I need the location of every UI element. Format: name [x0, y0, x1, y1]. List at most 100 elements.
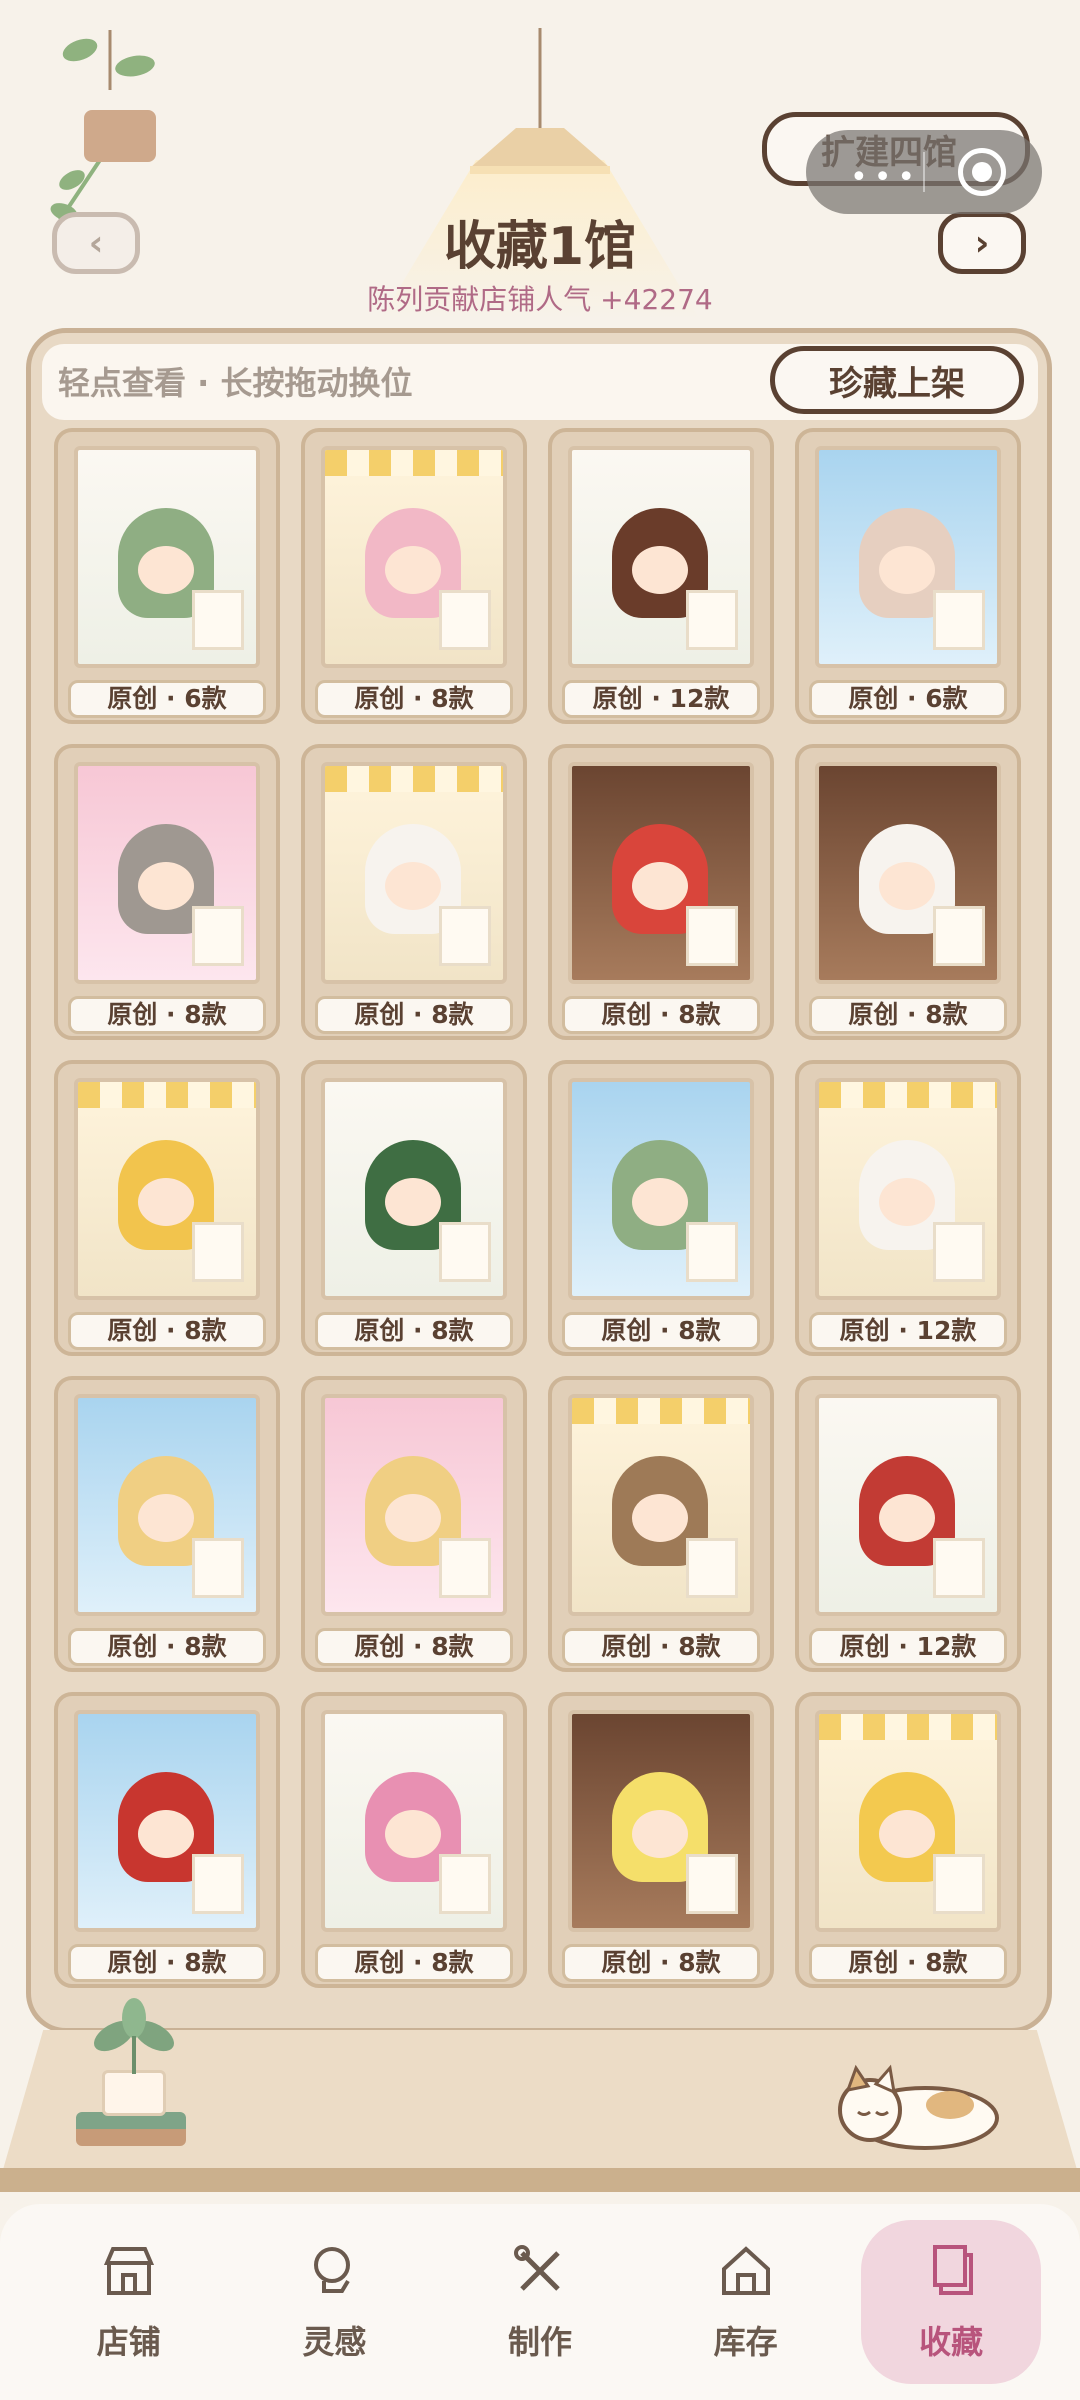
shop-awning: [819, 1082, 997, 1108]
nav-label: 收藏: [919, 2323, 984, 2361]
figure-box: [933, 906, 985, 966]
figure-box: [686, 590, 738, 650]
treasure-shelf-button[interactable]: 珍藏上架: [770, 346, 1024, 414]
potted-plant-decoration: [102, 2070, 166, 2116]
hint-text: 轻点查看 · 长按拖动换位: [58, 364, 413, 402]
figure-box: [192, 590, 244, 650]
collection-card[interactable]: 原创 · 12款: [795, 1376, 1021, 1672]
figure-display-frame: [74, 762, 260, 984]
figure-face: [385, 1494, 441, 1542]
figure-face: [879, 546, 935, 594]
collection-card[interactable]: 原创 · 8款: [301, 1060, 527, 1356]
figure-face: [138, 1494, 194, 1542]
figure-box: [686, 1854, 738, 1914]
nav-item-lightbulb[interactable]: 灵感: [244, 2220, 424, 2384]
figure-display-frame: [321, 1078, 507, 1300]
figure-face: [385, 1178, 441, 1226]
plant-leaves-icon: [94, 1998, 174, 2074]
figure-box: [933, 590, 985, 650]
collection-card[interactable]: 原创 · 8款: [548, 744, 774, 1040]
collection-card[interactable]: 原创 · 8款: [54, 744, 280, 1040]
figure-display-frame: [321, 762, 507, 984]
tools-icon: [510, 2241, 570, 2301]
shop-awning: [78, 1082, 256, 1108]
collection-card[interactable]: 原创 · 8款: [795, 744, 1021, 1040]
figure-box: [439, 1538, 491, 1598]
collection-card[interactable]: 原创 · 8款: [301, 1376, 527, 1672]
nav-item-shop[interactable]: 店铺: [39, 2220, 219, 2384]
collection-card[interactable]: 原创 · 8款: [548, 1692, 774, 1988]
collection-card[interactable]: 原创 · 8款: [548, 1060, 774, 1356]
figure-face: [632, 1494, 688, 1542]
capsule-divider: [923, 152, 925, 192]
figure-box: [192, 906, 244, 966]
figure-face: [138, 546, 194, 594]
figure-display-frame: [321, 446, 507, 668]
collection-card[interactable]: 原创 · 8款: [795, 1692, 1021, 1988]
close-target-icon[interactable]: [958, 148, 1006, 196]
hall-title: 收藏1馆: [443, 217, 637, 277]
shop-awning: [325, 766, 503, 792]
card-label: 原创 · 6款: [68, 680, 266, 718]
figure-display-frame: [321, 1710, 507, 1932]
card-label: 原创 · 8款: [809, 996, 1007, 1034]
figure-face: [385, 862, 441, 910]
collection-card[interactable]: 原创 · 6款: [795, 428, 1021, 724]
collection-card[interactable]: 原创 · 8款: [54, 1376, 280, 1672]
hall-popularity-subtitle: 陈列贡献店铺人气 +42274: [367, 283, 713, 316]
collection-grid: 原创 · 6款 原创 · 8款 原创 · 12款 原创 · 6款 原创 · 8款 原创 ·…: [54, 428, 1024, 1988]
card-label: 原创 · 12款: [809, 1628, 1007, 1666]
shop-awning: [572, 1398, 750, 1424]
figure-display-frame: [568, 1394, 754, 1616]
figure-display-frame: [815, 446, 1001, 668]
shop-awning: [325, 450, 503, 476]
nav-item-tools[interactable]: 制作: [450, 2220, 630, 2384]
figure-display-frame: [74, 446, 260, 668]
figure-display-frame: [74, 1710, 260, 1932]
figure-display-frame: [568, 762, 754, 984]
collection-card[interactable]: 原创 · 6款: [54, 428, 280, 724]
card-label: 原创 · 8款: [562, 1312, 760, 1350]
figure-display-frame: [568, 1710, 754, 1932]
collection-card[interactable]: 原创 · 8款: [301, 1692, 527, 1988]
figure-box: [686, 1538, 738, 1598]
collection-card[interactable]: 原创 · 12款: [548, 428, 774, 724]
figure-box: [933, 1854, 985, 1914]
figure-box: [192, 1222, 244, 1282]
figure-box: [192, 1538, 244, 1598]
figure-face: [879, 1810, 935, 1858]
collection-card[interactable]: 原创 · 8款: [54, 1060, 280, 1356]
figure-display-frame: [74, 1394, 260, 1616]
figure-display-frame: [815, 1078, 1001, 1300]
shop-awning: [819, 1714, 997, 1740]
nav-label: 灵感: [302, 2323, 367, 2361]
card-label: 原创 · 8款: [315, 996, 513, 1034]
card-label: 原创 · 12款: [562, 680, 760, 718]
nav-label: 店铺: [96, 2323, 161, 2361]
card-label: 原创 · 8款: [315, 1944, 513, 1982]
card-label: 原创 · 8款: [315, 1628, 513, 1666]
ceiling-lamp-icon: [470, 28, 610, 174]
nav-item-house[interactable]: 库存: [656, 2220, 836, 2384]
more-icon[interactable]: •••: [850, 160, 921, 195]
figure-face: [879, 1178, 935, 1226]
figure-box: [933, 1222, 985, 1282]
card-label: 原创 · 8款: [68, 996, 266, 1034]
collection-card[interactable]: 原创 · 8款: [548, 1376, 774, 1672]
figure-box: [686, 906, 738, 966]
collection-card[interactable]: 原创 · 8款: [301, 744, 527, 1040]
shelf-edge: [0, 2168, 1080, 2192]
figure-face: [632, 546, 688, 594]
collection-card[interactable]: 原创 · 8款: [301, 428, 527, 724]
figure-display-frame: [815, 1394, 1001, 1616]
lightbulb-icon: [304, 2241, 364, 2301]
collection-card[interactable]: 原创 · 12款: [795, 1060, 1021, 1356]
card-label: 原创 · 8款: [562, 996, 760, 1034]
figure-box: [686, 1222, 738, 1282]
figure-box: [439, 590, 491, 650]
figure-display-frame: [568, 1078, 754, 1300]
nav-item-collection[interactable]: 收藏: [861, 2220, 1042, 2384]
figure-face: [879, 862, 935, 910]
card-label: 原创 · 12款: [809, 1312, 1007, 1350]
collection-card[interactable]: 原创 · 8款: [54, 1692, 280, 1988]
